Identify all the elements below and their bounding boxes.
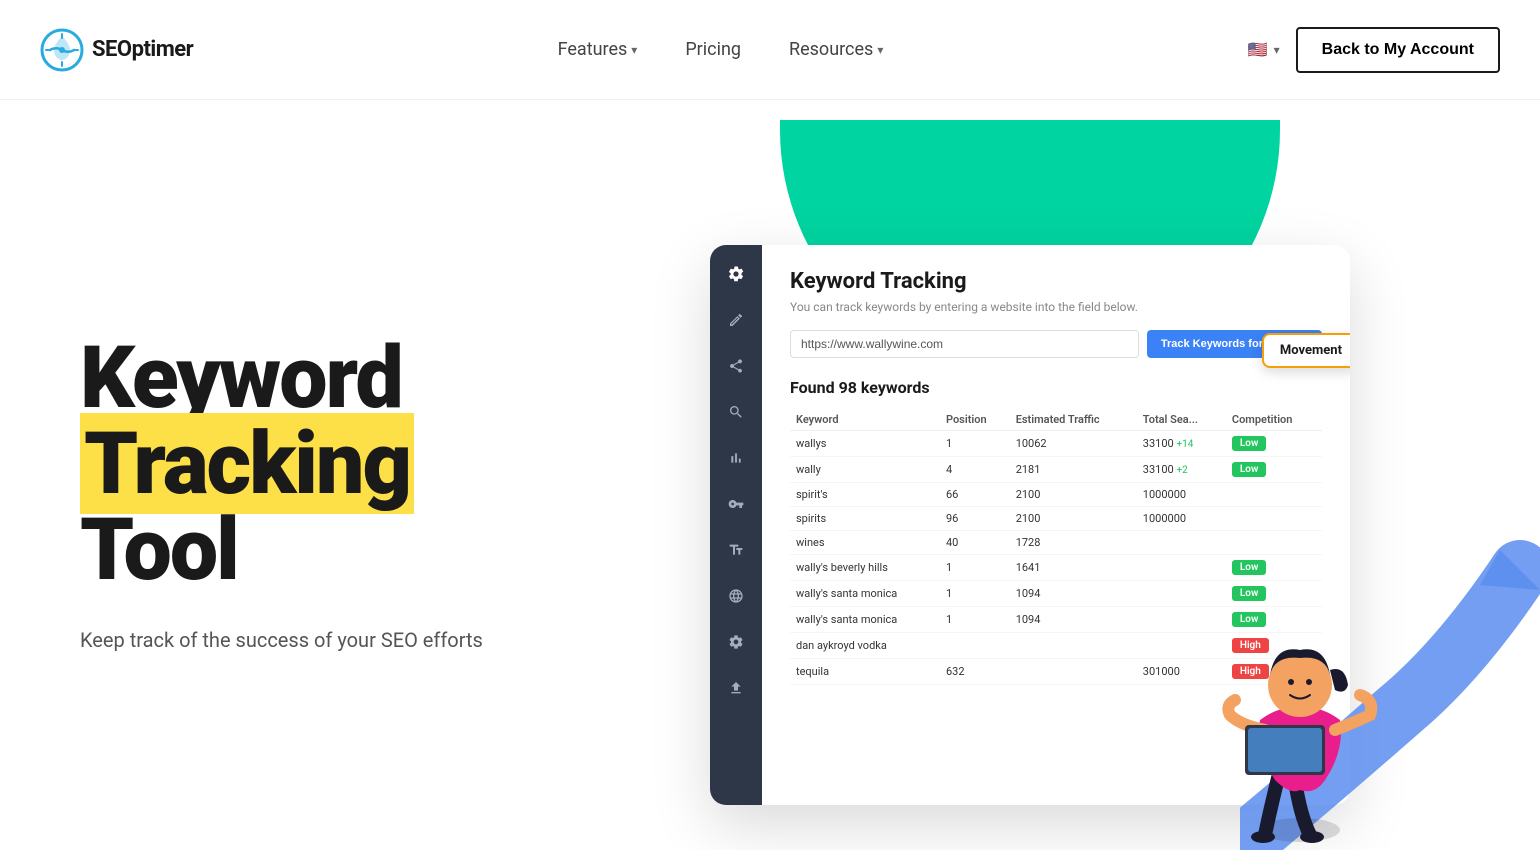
keyword-cell: tequila bbox=[790, 659, 940, 685]
sidebar-icon-key bbox=[723, 491, 749, 517]
dashboard-sidebar bbox=[710, 245, 762, 805]
traffic-cell: 10062 bbox=[1010, 431, 1137, 457]
back-to-account-button[interactable]: Back to My Account bbox=[1296, 27, 1500, 73]
hero-section: Keyword Tracking Tool Keep track of the … bbox=[0, 100, 1540, 850]
position-cell: 1 bbox=[940, 581, 1010, 607]
dashboard-subtitle: You can track keywords by entering a web… bbox=[790, 300, 1322, 314]
sidebar-icon-search bbox=[723, 399, 749, 425]
nav-right: 🇺🇸 ▾ Back to My Account bbox=[1248, 27, 1500, 73]
position-cell: 632 bbox=[940, 659, 1010, 685]
logo-text: SEOptimer bbox=[92, 37, 193, 62]
position-cell: 1 bbox=[940, 607, 1010, 633]
nav-pricing[interactable]: Pricing bbox=[685, 39, 741, 60]
sidebar-icon-edit bbox=[723, 307, 749, 333]
traffic-cell: 1094 bbox=[1010, 607, 1137, 633]
traffic-cell: 1641 bbox=[1010, 555, 1137, 581]
competition-cell bbox=[1226, 483, 1322, 507]
competition-badge: Low bbox=[1232, 462, 1266, 477]
website-input[interactable] bbox=[790, 330, 1139, 358]
flag-icon: 🇺🇸 bbox=[1248, 40, 1268, 59]
competition-badge: Low bbox=[1232, 436, 1266, 451]
total-cell: 1000000 bbox=[1137, 483, 1226, 507]
sidebar-icon-globe bbox=[723, 583, 749, 609]
table-row: spirit's 66 2100 1000000 bbox=[790, 483, 1322, 507]
search-row: Track Keywords for Website bbox=[790, 330, 1322, 358]
keyword-cell: wally's santa monica bbox=[790, 607, 940, 633]
position-cell: 1 bbox=[940, 431, 1010, 457]
sidebar-icon-share bbox=[723, 353, 749, 379]
competition-cell: Low bbox=[1226, 431, 1322, 457]
traffic-cell: 2100 bbox=[1010, 483, 1137, 507]
table-row: wallys 1 10062 33100 +14 Low bbox=[790, 431, 1322, 457]
table-row: spirits 96 2100 1000000 bbox=[790, 507, 1322, 531]
keyword-cell: wines bbox=[790, 531, 940, 555]
total-cell: 33100 +2 bbox=[1137, 457, 1226, 483]
chevron-down-icon: ▾ bbox=[631, 43, 637, 57]
table-row: wally 4 2181 33100 +2 Low bbox=[790, 457, 1322, 483]
keyword-cell: wallys bbox=[790, 431, 940, 457]
navbar: SEOptimer Features ▾ Pricing Resources ▾… bbox=[0, 0, 1540, 100]
movement-value: +2 bbox=[1176, 465, 1187, 476]
position-cell: 40 bbox=[940, 531, 1010, 555]
logo-icon bbox=[40, 28, 84, 72]
traffic-cell bbox=[1010, 659, 1137, 685]
position-cell: 66 bbox=[940, 483, 1010, 507]
position-cell: 96 bbox=[940, 507, 1010, 531]
nav-center: Features ▾ Pricing Resources ▾ bbox=[558, 39, 884, 60]
keyword-cell: wally's beverly hills bbox=[790, 555, 940, 581]
traffic-cell: 2100 bbox=[1010, 507, 1137, 531]
position-cell: 4 bbox=[940, 457, 1010, 483]
col-competition: Competition bbox=[1226, 409, 1322, 431]
hero-right: Keyword Tracking You can track keywords … bbox=[600, 140, 1460, 850]
traffic-cell: 1094 bbox=[1010, 581, 1137, 607]
traffic-cell bbox=[1010, 633, 1137, 659]
position-cell: 1 bbox=[940, 555, 1010, 581]
movement-value: +14 bbox=[1176, 439, 1193, 450]
person-illustration bbox=[1200, 570, 1400, 850]
dashboard-title: Keyword Tracking bbox=[790, 269, 1322, 294]
traffic-cell: 1728 bbox=[1010, 531, 1137, 555]
hero-title: Keyword Tracking Tool bbox=[80, 335, 600, 593]
sidebar-icon-upload bbox=[723, 675, 749, 701]
chevron-down-icon-resources: ▾ bbox=[877, 43, 883, 57]
col-keyword: Keyword bbox=[790, 409, 940, 431]
total-cell: 1000000 bbox=[1137, 507, 1226, 531]
col-traffic: Estimated Traffic bbox=[1010, 409, 1137, 431]
position-cell bbox=[940, 633, 1010, 659]
sidebar-icon-text bbox=[723, 537, 749, 563]
found-keywords-count: Found 98 keywords bbox=[790, 378, 1322, 397]
total-cell: 33100 +14 bbox=[1137, 431, 1226, 457]
total-cell bbox=[1137, 531, 1226, 555]
sidebar-icon-settings bbox=[723, 261, 749, 287]
sidebar-icon-gear2 bbox=[723, 629, 749, 655]
traffic-cell: 2181 bbox=[1010, 457, 1137, 483]
competition-cell bbox=[1226, 507, 1322, 531]
language-selector[interactable]: 🇺🇸 ▾ bbox=[1248, 40, 1280, 59]
keyword-cell: wally's santa monica bbox=[790, 581, 940, 607]
keyword-cell: spirits bbox=[790, 507, 940, 531]
nav-features[interactable]: Features ▾ bbox=[558, 39, 638, 60]
nav-resources[interactable]: Resources ▾ bbox=[789, 39, 883, 60]
hero-subtitle: Keep track of the success of your SEO ef… bbox=[80, 625, 600, 655]
col-total: Total Sea... bbox=[1137, 409, 1226, 431]
sidebar-icon-chart bbox=[723, 445, 749, 471]
keyword-cell: wally bbox=[790, 457, 940, 483]
col-position: Position bbox=[940, 409, 1010, 431]
competition-cell: Low bbox=[1226, 457, 1322, 483]
keyword-cell: spirit's bbox=[790, 483, 940, 507]
language-chevron: ▾ bbox=[1274, 43, 1280, 57]
logo-link[interactable]: SEOptimer bbox=[40, 28, 193, 72]
movement-tooltip: Movement bbox=[1262, 333, 1350, 368]
keyword-cell: dan aykroyd vodka bbox=[790, 633, 940, 659]
hero-text: Keyword Tracking Tool Keep track of the … bbox=[80, 335, 600, 655]
